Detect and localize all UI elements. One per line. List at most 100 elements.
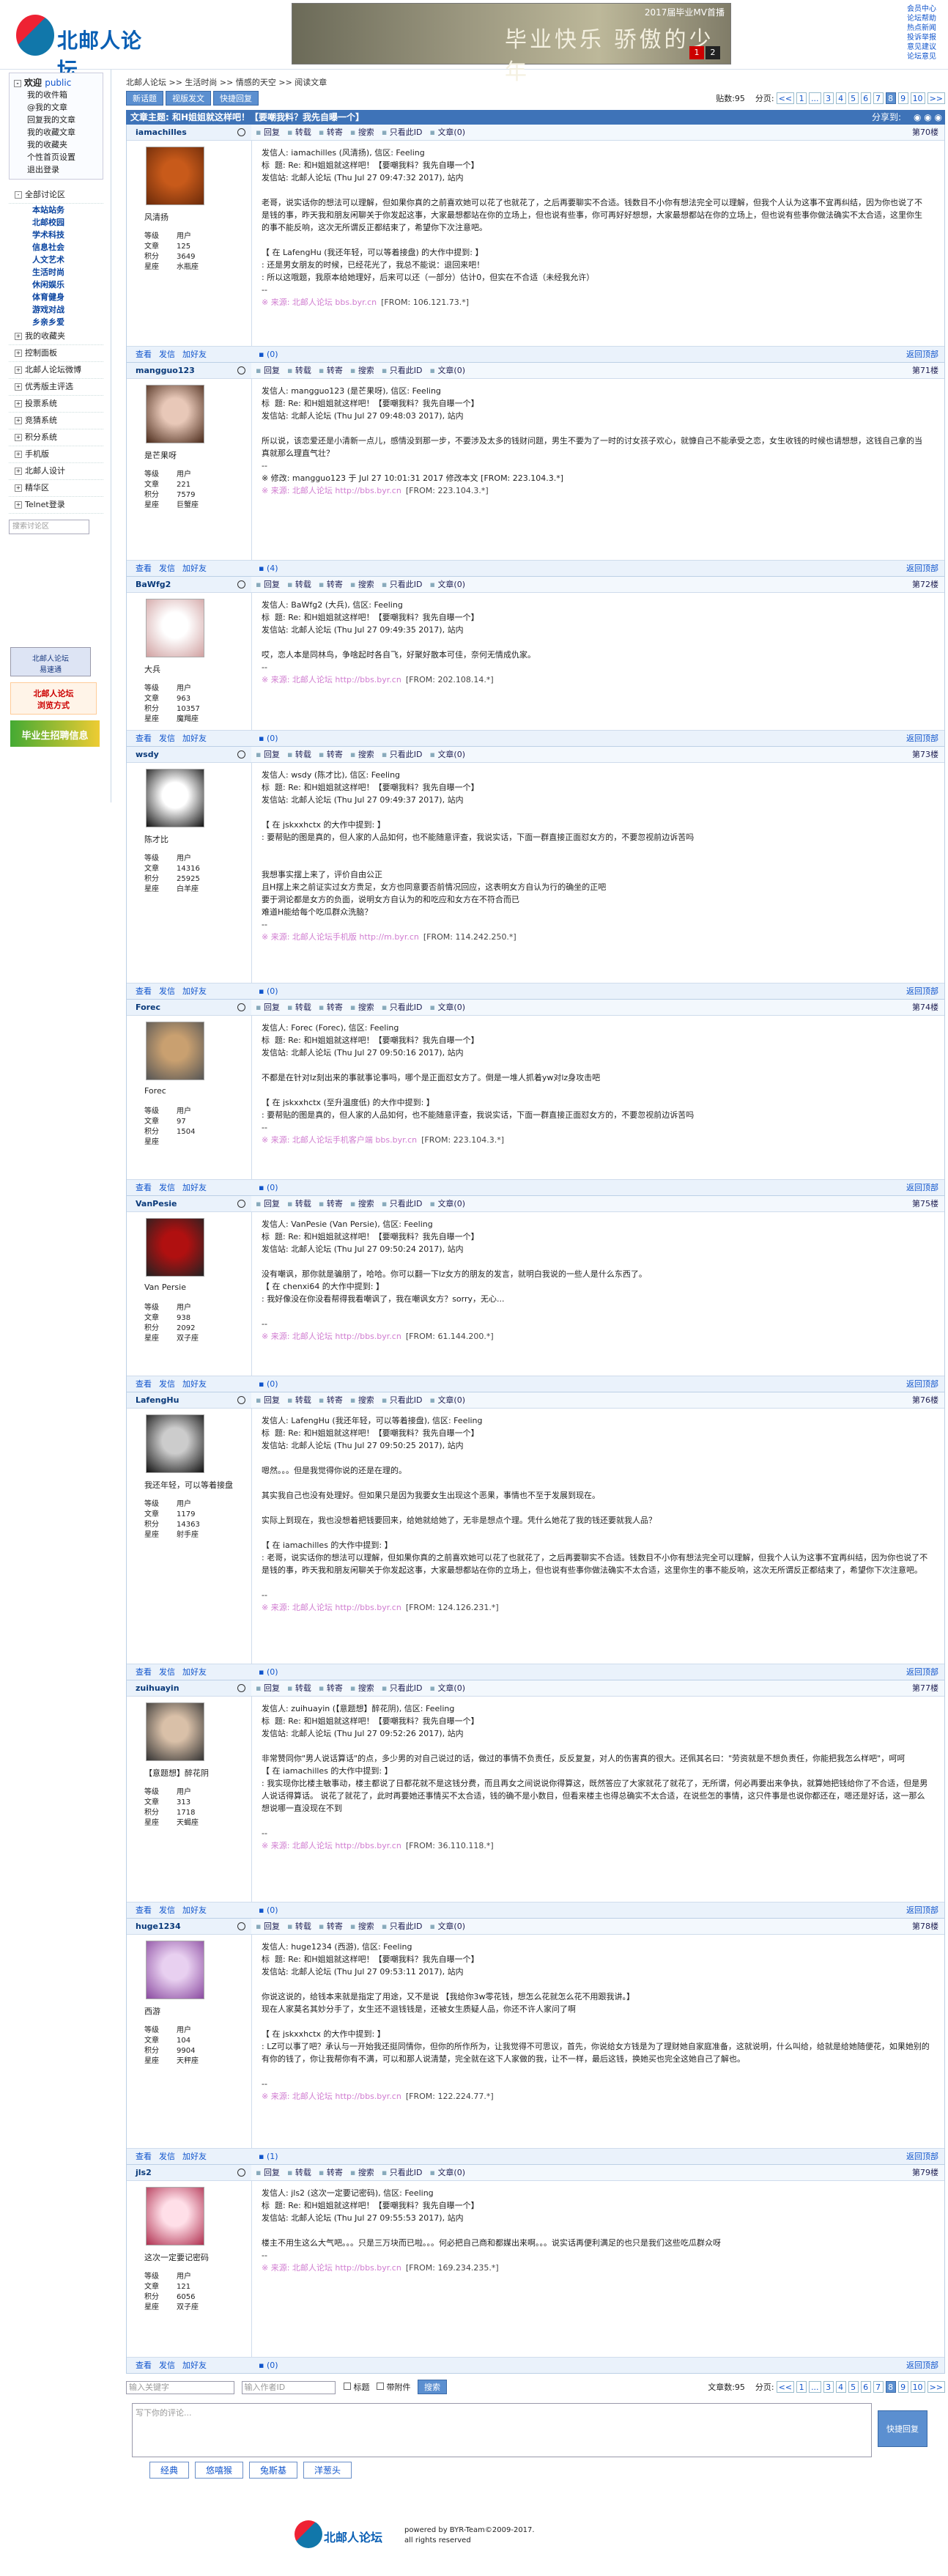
post-action[interactable]: ▪ 转载 (287, 1003, 311, 1012)
post-action[interactable]: ▪ 只看此ID (382, 128, 423, 137)
author-action[interactable]: 查看 (136, 1183, 152, 1192)
post-action[interactable]: ▪ 文章(0) (429, 1683, 465, 1693)
floor-number[interactable]: 第72楼 (912, 577, 938, 593)
author-action[interactable]: 加好友 (182, 2152, 207, 2161)
share-label[interactable]: 分享到: (872, 110, 901, 125)
board-category[interactable]: 北邮校园 (9, 216, 103, 229)
board-category[interactable]: 游戏对战 (9, 303, 103, 316)
post-action[interactable]: ▪ 回复 (256, 1683, 280, 1693)
site-logo[interactable]: 北邮人论坛 (16, 15, 148, 82)
back-to-top-link[interactable]: 返回顶部 (906, 347, 938, 363)
author-id[interactable]: zuihuayin (136, 1683, 179, 1693)
post-action[interactable]: ▪ 只看此ID (382, 1395, 423, 1405)
author-action[interactable]: 查看 (136, 986, 152, 996)
expand-icon[interactable]: + (15, 383, 22, 391)
reply-textarea[interactable]: 写下你的评论... (132, 2403, 872, 2457)
author-id[interactable]: wsdy (136, 750, 159, 759)
top-link[interactable]: 意见建议 (907, 43, 947, 52)
fav-count[interactable]: ▪ (0) (259, 1664, 278, 1680)
post-action[interactable]: ▪ 转寄 (319, 128, 343, 137)
author-action[interactable]: 发信 (159, 2152, 175, 2161)
author-id[interactable]: jls2 (136, 2168, 152, 2177)
back-to-top-link[interactable]: 返回顶部 (906, 2358, 938, 2374)
back-to-top-link[interactable]: 返回顶部 (906, 1903, 938, 1919)
post-action[interactable]: ▪ 文章(0) (429, 128, 465, 137)
avatar[interactable] (146, 147, 204, 205)
post-action[interactable]: ▪ 转寄 (319, 1683, 343, 1693)
page-link[interactable]: 3 (823, 92, 834, 104)
source-label[interactable]: ※ 来源: 北邮人论坛 http://bbs.byr.cn (262, 1603, 401, 1612)
avatar[interactable] (146, 769, 204, 827)
collapse-icon[interactable]: - (15, 191, 22, 199)
post-action[interactable]: ▪ 文章(0) (429, 1922, 465, 1931)
board-category[interactable]: 学术科技 (9, 229, 103, 241)
username[interactable]: public (45, 78, 71, 88)
promo-byr-fast[interactable]: 北邮人论坛 易速通 (10, 647, 91, 676)
post-action[interactable]: ▪ 回复 (256, 1199, 280, 1208)
page-link[interactable]: << (776, 92, 795, 104)
user-menu-link[interactable]: 我的收藏文章 (14, 126, 98, 139)
author-id[interactable]: BaWfg2 (136, 580, 171, 589)
page-link[interactable]: 6 (860, 2381, 871, 2393)
post-action[interactable]: ▪ 转寄 (319, 1003, 343, 1012)
post-action[interactable]: ▪ 只看此ID (382, 366, 423, 375)
search-author-input[interactable]: 输入作者ID (241, 2381, 336, 2394)
post-action[interactable]: ▪ 搜索 (350, 1683, 374, 1693)
user-menu-link[interactable]: 我的收件箱 (14, 89, 98, 101)
post-action[interactable]: ▪ 只看此ID (382, 580, 423, 589)
board-category[interactable]: 人文艺术 (9, 254, 103, 266)
user-menu-link[interactable]: @我的文章 (14, 101, 98, 114)
author-action[interactable]: 加好友 (182, 986, 207, 996)
board-category[interactable]: 生活时尚 (9, 266, 103, 278)
board-search-input[interactable]: 搜索讨论区 (9, 520, 89, 534)
post-action[interactable]: ▪ 回复 (256, 750, 280, 759)
sidebar-section[interactable]: + 我的收藏夹 (9, 328, 103, 345)
user-menu-link[interactable]: 个性首页设置 (14, 151, 98, 163)
author-id[interactable]: Forec (136, 1003, 160, 1012)
sidebar-section[interactable]: + 积分系统 (9, 429, 103, 446)
author-action[interactable]: 发信 (159, 734, 175, 743)
page-link[interactable]: 5 (848, 2381, 859, 2393)
floor-number[interactable]: 第75楼 (912, 1196, 938, 1212)
promo-browse[interactable]: 北邮人论坛 浏览方式 (10, 682, 97, 715)
author-id[interactable]: LafengHu (136, 1395, 179, 1405)
fav-count[interactable]: ▪ (4) (259, 561, 278, 577)
post-action[interactable]: ▪ 转载 (287, 750, 311, 759)
avatar[interactable] (146, 1702, 204, 1761)
page-link[interactable]: 8 (885, 92, 896, 104)
top-link[interactable]: 热点新闻 (907, 23, 947, 33)
new-topic-button[interactable]: 新话题 (126, 91, 163, 106)
post-action[interactable]: ▪ 只看此ID (382, 1922, 423, 1931)
author-action[interactable]: 查看 (136, 2361, 152, 2370)
source-label[interactable]: ※ 来源: 北邮人论坛 bbs.byr.cn (262, 298, 377, 307)
expand-icon[interactable]: + (15, 468, 22, 475)
back-to-top-link[interactable]: 返回顶部 (906, 731, 938, 747)
post-action[interactable]: ▪ 搜索 (350, 128, 374, 137)
share-icons[interactable]: ◉ ◉ ◉ (914, 110, 942, 125)
avatar[interactable] (146, 385, 204, 443)
author-action[interactable]: 查看 (136, 564, 152, 573)
post-action[interactable]: ▪ 转载 (287, 1395, 311, 1405)
post-action[interactable]: ▪ 转寄 (319, 366, 343, 375)
expand-icon[interactable]: + (15, 484, 22, 492)
expand-icon[interactable]: + (15, 451, 22, 458)
author-action[interactable]: 发信 (159, 1905, 175, 1915)
post-action[interactable]: ▪ 搜索 (350, 1199, 374, 1208)
author-action[interactable]: 发信 (159, 986, 175, 996)
quick-reply-submit[interactable]: 快捷回复 (878, 2410, 927, 2447)
sidebar-section[interactable]: + 北邮人论坛微博 (9, 362, 103, 379)
post-action[interactable]: ▪ 只看此ID (382, 1683, 423, 1693)
expand-icon[interactable]: + (15, 350, 22, 357)
expand-icon[interactable]: + (15, 333, 22, 340)
back-to-top-link[interactable]: 返回顶部 (906, 561, 938, 577)
page-link[interactable]: ... (809, 2381, 821, 2393)
author-action[interactable]: 加好友 (182, 1667, 207, 1677)
footer-logo[interactable]: 北邮人论坛 (295, 2520, 382, 2550)
top-link[interactable]: 会员中心 (907, 4, 947, 14)
author-action[interactable]: 查看 (136, 1667, 152, 1677)
floor-number[interactable]: 第74楼 (912, 1000, 938, 1016)
quick-reply-button[interactable]: 快捷回复 (213, 91, 259, 106)
avatar[interactable] (146, 2187, 204, 2245)
post-action[interactable]: ▪ 回复 (256, 580, 280, 589)
author-action[interactable]: 加好友 (182, 734, 207, 743)
